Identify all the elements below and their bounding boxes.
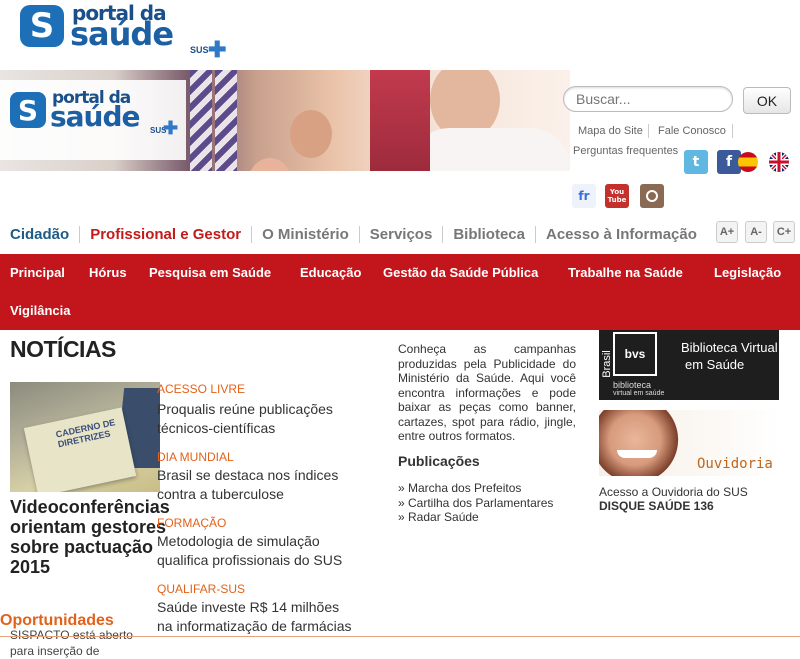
primary-nav: Cidadão Profissional e Gestor O Ministér… bbox=[0, 222, 710, 246]
opportunities-heading: Oportunidades bbox=[0, 612, 114, 629]
subnav-vigilancia[interactable]: Vigilância bbox=[10, 303, 70, 318]
english-flag-icon[interactable] bbox=[769, 152, 789, 172]
instagram-icon[interactable] bbox=[640, 184, 664, 208]
ouvidoria-text[interactable]: Acesso a Ouvidoria do SUS bbox=[599, 485, 748, 499]
flickr-icon[interactable]: fr bbox=[572, 184, 596, 208]
font-increase-button[interactable]: A+ bbox=[716, 221, 738, 243]
spanish-flag-icon[interactable] bbox=[738, 152, 758, 172]
logo-s-mark: S bbox=[20, 5, 64, 47]
ouvidoria-label: Ouvidoria bbox=[697, 456, 773, 472]
nav-servicos[interactable]: Serviços bbox=[358, 225, 443, 243]
news-item-title[interactable]: Saúde investe R$ 14 milhões na informati… bbox=[157, 598, 357, 636]
banner-logo-s-mark: S bbox=[10, 92, 46, 128]
site-map-link[interactable]: Mapa do Site bbox=[578, 125, 643, 137]
subnav-principal[interactable]: Principal bbox=[10, 265, 65, 280]
publication-link[interactable]: » Cartilha dos Parlamentares bbox=[398, 496, 553, 511]
contrast-button[interactable]: C+ bbox=[773, 221, 795, 243]
subnav-pesquisa[interactable]: Pesquisa em Saúde bbox=[149, 265, 271, 280]
ouvidoria-banner[interactable]: Ouvidoria bbox=[599, 410, 779, 476]
logo-word-saude: saúde bbox=[70, 15, 174, 53]
subnav-gestao[interactable]: Gestão da Saúde Pública bbox=[383, 265, 538, 280]
section-divider bbox=[0, 636, 800, 637]
twitter-icon[interactable]: t bbox=[684, 150, 708, 174]
news-item-title[interactable]: Proqualis reúne publicações técnicos-cie… bbox=[157, 400, 357, 438]
contact-link[interactable]: Fale Conosco bbox=[658, 125, 726, 137]
banner-logo-saude: saúde bbox=[50, 100, 141, 133]
bvs-vertical-text: Brasil bbox=[600, 350, 613, 378]
bvs-subtitle: em Saúde bbox=[685, 357, 745, 372]
youtube-icon[interactable]: You Tube bbox=[605, 184, 629, 208]
publication-link[interactable]: » Radar Saúde bbox=[398, 510, 553, 525]
publications-heading: Publicações bbox=[398, 453, 480, 469]
bvs-title: Biblioteca Virtual bbox=[681, 340, 778, 355]
lead-news-image[interactable]: CADERNO DE DIRETRIZES bbox=[10, 382, 160, 492]
faq-link[interactable]: Perguntas frequentes bbox=[573, 145, 678, 157]
nav-biblioteca[interactable]: Biblioteca bbox=[442, 225, 535, 243]
publication-link[interactable]: » Marcha dos Prefeitos bbox=[398, 481, 553, 496]
top-logo[interactable]: S portal da saúde SUS ✚ bbox=[20, 1, 230, 62]
font-decrease-button[interactable]: A- bbox=[745, 221, 767, 243]
search-input[interactable] bbox=[563, 86, 733, 112]
top-link-divider bbox=[732, 124, 733, 138]
news-item-title[interactable]: Brasil se destaca nos índices contra a t… bbox=[157, 466, 357, 504]
publications-list: » Marcha dos Prefeitos » Cartilha dos Pa… bbox=[398, 481, 553, 525]
disque-saude: DISQUE SAÚDE 136 bbox=[599, 499, 714, 513]
news-category: QUALIFAR-SUS bbox=[157, 582, 246, 596]
campaigns-text: Conheça as campanhas produzidas pela Pub… bbox=[398, 342, 576, 443]
news-category: FORMAÇÃO bbox=[157, 516, 227, 530]
banner-logo[interactable]: S portal da saúde SUS ✚ bbox=[0, 80, 186, 160]
thumb-caption: CADERNO DE DIRETRIZES bbox=[54, 417, 117, 450]
nav-acesso-informacao[interactable]: Acesso à Informação bbox=[535, 225, 707, 243]
nav-cidadao[interactable]: Cidadão bbox=[0, 226, 79, 243]
news-category: ACESSO LIVRE bbox=[157, 382, 246, 396]
news-item-title[interactable]: Metodologia de simulação qualifica profi… bbox=[157, 532, 357, 570]
nav-profissional-gestor[interactable]: Profissional e Gestor bbox=[79, 225, 251, 243]
bvs-small-label: biblioteca bbox=[613, 380, 652, 390]
bvs-mark: bvs bbox=[613, 332, 657, 376]
news-heading: NOTÍCIAS bbox=[10, 336, 116, 362]
search-ok-button[interactable]: OK bbox=[743, 87, 791, 114]
nav-ministerio[interactable]: O Ministério bbox=[251, 225, 359, 243]
bvs-small-label: virtual em saúde bbox=[613, 390, 665, 397]
subnav-educacao[interactable]: Educação bbox=[300, 265, 361, 280]
logo-sus: SUS bbox=[190, 45, 209, 55]
bvs-banner[interactable]: Brasil bvs Biblioteca Virtual em Saúde b… bbox=[599, 330, 779, 400]
top-link-divider bbox=[648, 124, 649, 138]
lead-news-text: SISPACTO está aberto para inserção de bbox=[10, 628, 133, 658]
ouvidoria-info: Acesso a Ouvidoria do SUS DISQUE SAÚDE 1… bbox=[599, 485, 748, 513]
subnav-legislacao[interactable]: Legislação bbox=[714, 265, 781, 280]
subnav-horus[interactable]: Hórus bbox=[89, 265, 127, 280]
banner-sus-cross-icon: ✚ bbox=[163, 118, 179, 138]
subnav-trabalhe[interactable]: Trabalhe na Saúde bbox=[568, 265, 683, 280]
news-category: DIA MUNDIAL bbox=[157, 450, 234, 464]
secondary-nav: Principal Hórus Pesquisa em Saúde Educaç… bbox=[0, 254, 800, 330]
sus-cross-icon: ✚ bbox=[208, 37, 227, 62]
